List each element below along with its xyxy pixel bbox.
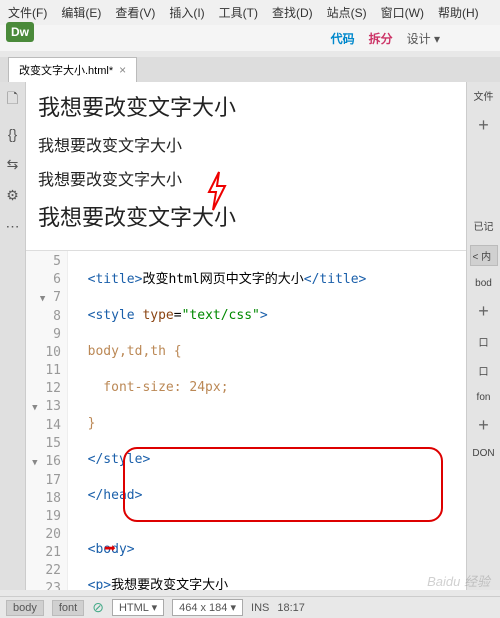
language-select[interactable]: HTML ▾	[112, 599, 164, 616]
status-ok-icon: ⊘	[92, 599, 104, 616]
preview-line-2: 我想要改变文字大小	[38, 132, 454, 156]
file-tab[interactable]: 改变文字大小.html* ×	[8, 57, 137, 82]
plus-icon-2[interactable]: +	[478, 301, 489, 322]
menu-bar: 文件(F) 编辑(E) 查看(V) 插入(I) 工具(T) 查找(D) 站点(S…	[0, 0, 500, 25]
breadcrumb-body[interactable]: body	[6, 600, 44, 616]
panel-label-2[interactable]: 已记	[472, 216, 496, 235]
menu-file[interactable]: 文件(F)	[8, 4, 47, 21]
panel-item-5[interactable]: 口	[477, 332, 491, 351]
panel-dom-item[interactable]: DON	[470, 446, 496, 461]
braces-icon[interactable]: {}	[8, 126, 17, 142]
menu-window[interactable]: 窗口(W)	[381, 4, 424, 21]
chevron-down-icon: ▾	[434, 32, 440, 46]
menu-help[interactable]: 帮助(H)	[438, 4, 479, 21]
menu-view[interactable]: 查看(V)	[115, 4, 155, 21]
gear-icon[interactable]: ⚙	[6, 187, 19, 204]
panel-files[interactable]: 文件	[472, 86, 496, 105]
view-split-button[interactable]: 拆分	[369, 30, 393, 47]
cursor-position: 18:17	[277, 602, 305, 614]
dimensions-select[interactable]: 464 x 184 ▾	[172, 599, 243, 616]
menu-site[interactable]: 站点(S)	[327, 4, 367, 21]
plus-icon-3[interactable]: +	[478, 415, 489, 436]
menu-edit[interactable]: 编辑(E)	[61, 4, 101, 21]
menu-tools[interactable]: 工具(T)	[219, 4, 258, 21]
swap-icon[interactable]: ⇆	[7, 156, 19, 173]
file-tab-bar: 改变文字大小.html* ×	[0, 57, 500, 82]
view-toolbar: 代码 拆分 设计 ▾	[0, 25, 500, 51]
close-icon[interactable]: ×	[119, 63, 126, 77]
live-preview: 我想要改变文字大小 我想要改变文字大小 我想要改变文字大小 我想要改变文字大小	[26, 82, 466, 251]
status-bar: body font ⊘ HTML ▾ 464 x 184 ▾ INS 18:17	[0, 596, 500, 618]
view-design-button[interactable]: 设计 ▾	[407, 30, 440, 47]
watermark: Baidu 经验	[427, 571, 490, 590]
breadcrumb-font[interactable]: font	[52, 600, 84, 616]
code-body[interactable]: <title>改变html网页中文字的大小</title> <style typ…	[68, 251, 466, 590]
panel-font-item[interactable]: fon	[475, 390, 493, 405]
panel-item-6[interactable]: 口	[477, 361, 491, 380]
code-editor[interactable]: 5 6 ▼ 7 8 9 10 11 12 ▼ 13 14 15 ▼ 16 17 …	[26, 251, 466, 590]
view-code-button[interactable]: 代码	[331, 30, 355, 47]
menu-insert[interactable]: 插入(I)	[169, 4, 204, 21]
preview-line-4: 我想要改变文字大小	[38, 200, 454, 232]
line-gutter: 5 6 ▼ 7 8 9 10 11 12 ▼ 13 14 15 ▼ 16 17 …	[26, 251, 68, 590]
file-icon[interactable]: 🗋	[7, 88, 18, 112]
preview-line-1: 我想要改变文字大小	[38, 90, 454, 122]
right-panel: 文件 + 已记 < 内 bod + 口 口 fon + DON	[466, 82, 500, 590]
insert-mode[interactable]: INS	[251, 602, 269, 614]
left-tool-strip: 🗋 {} ⇆ ⚙ ⋯	[0, 82, 26, 590]
file-tab-name: 改变文字大小.html*	[19, 62, 113, 78]
plus-icon[interactable]: +	[478, 115, 489, 136]
panel-dom-tab[interactable]: < 内	[470, 245, 498, 266]
preview-line-3: 我想要改变文字大小	[38, 166, 454, 190]
app-logo: Dw	[6, 22, 34, 42]
menu-find[interactable]: 查找(D)	[272, 4, 313, 21]
more-icon[interactable]: ⋯	[6, 218, 20, 235]
lightning-icon	[205, 170, 229, 222]
panel-body-item[interactable]: bod	[473, 276, 494, 291]
